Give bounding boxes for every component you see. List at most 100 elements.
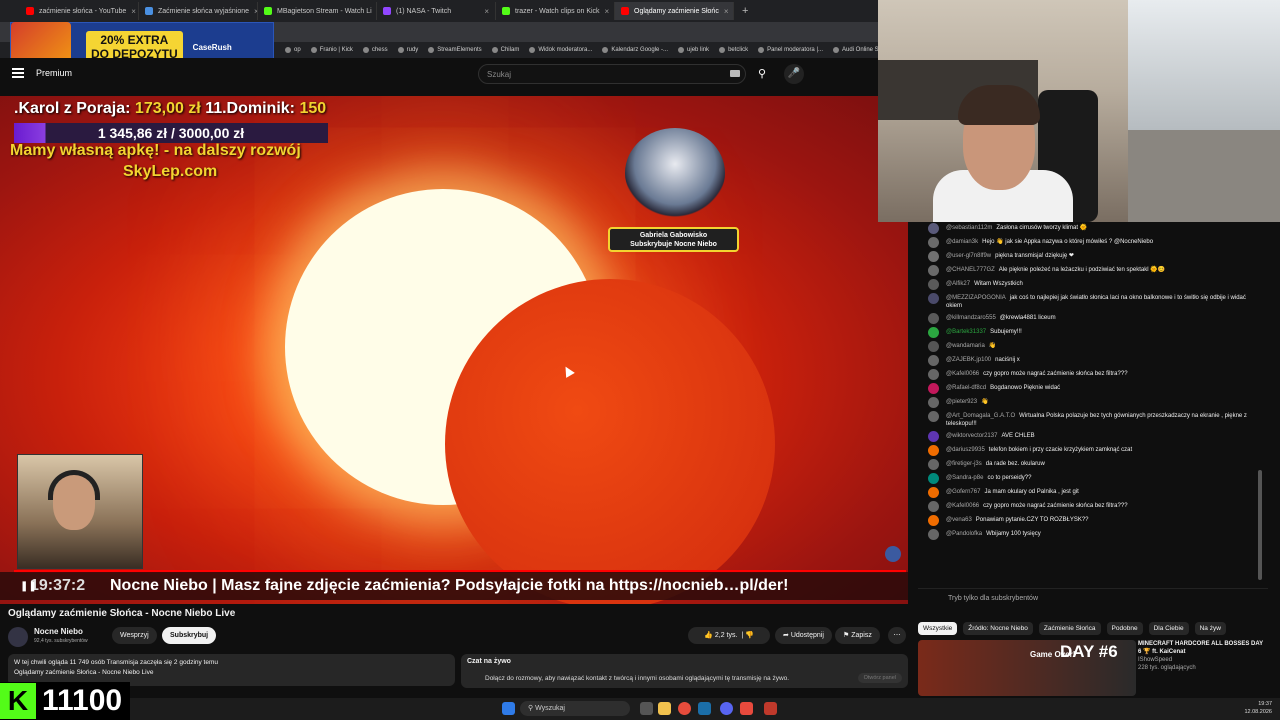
chat-avatar[interactable] xyxy=(928,327,939,338)
filter-chip[interactable]: Wszystkie xyxy=(918,621,958,635)
chat-input[interactable]: Tryb tylko dla subskrybentów xyxy=(918,588,1268,610)
pause-icon[interactable]: ❚❚ xyxy=(20,581,37,592)
share-button[interactable]: ➦ Udostępnij xyxy=(775,627,832,644)
chat-username[interactable]: @user-gl7n8lf9w xyxy=(946,253,991,259)
browser-tab[interactable]: MBagietson Stream - Watch Li× xyxy=(258,2,377,20)
chat-avatar[interactable] xyxy=(928,473,939,484)
bookmark-item[interactable]: Chilam xyxy=(491,47,519,53)
chat-username[interactable]: @damian3k xyxy=(946,239,978,245)
browser-tab[interactable]: (1) NASA - Twitch × xyxy=(377,2,496,20)
steam-icon[interactable] xyxy=(698,702,711,715)
bookmark-item[interactable]: StreamElements xyxy=(428,47,482,53)
chat-username[interactable]: @Sandra-p8e xyxy=(946,475,983,481)
chat-avatar[interactable] xyxy=(928,397,939,408)
channel-name[interactable]: Nocne Niebo xyxy=(34,627,83,636)
bookmark-item[interactable]: rudy xyxy=(397,47,418,53)
chat-avatar[interactable] xyxy=(928,237,939,248)
chat-scrollbar[interactable] xyxy=(1258,470,1262,580)
chat-username[interactable]: @CHANEL777GZ xyxy=(946,267,995,273)
save-button[interactable]: ⚑ Zapisz xyxy=(835,627,880,644)
chat-username[interactable]: @Pandolofka xyxy=(946,531,982,537)
chat-avatar[interactable] xyxy=(928,313,939,324)
chat-avatar[interactable] xyxy=(928,445,939,456)
related-video-title[interactable]: MINECRAFT HARDCORE ALL BOSSES DAY 6 🏆 ft… xyxy=(1138,640,1266,656)
chat-username[interactable]: @Kafel0066 xyxy=(946,503,979,509)
close-icon[interactable]: × xyxy=(724,7,729,16)
browser-tab[interactable]: Zaćmienie słońca wyjaśnione× xyxy=(139,2,258,20)
hamburger-menu-icon[interactable] xyxy=(12,68,24,78)
windows-start-icon[interactable] xyxy=(502,702,515,715)
chat-username[interactable]: @sebastian112m xyxy=(946,225,992,231)
keyboard-icon[interactable] xyxy=(730,70,740,77)
bookmark-item[interactable]: Panel moderatora |... xyxy=(758,47,823,53)
search-icon[interactable]: ⚲ xyxy=(752,64,772,84)
subscribe-button[interactable]: Subskrybuj xyxy=(162,627,217,644)
chat-username[interactable]: @ZAJEBK.jp100 xyxy=(946,357,991,363)
youtube-logo[interactable]: Premium xyxy=(36,68,72,78)
bookmark-item[interactable]: ujeb link xyxy=(678,47,709,53)
like-button[interactable]: 👍 2,2 tys. | 👎 xyxy=(688,627,770,644)
search-input[interactable]: Szukaj xyxy=(478,64,746,84)
browser-tab[interactable]: zaćmienie słońca - YouTube × xyxy=(20,2,139,20)
browser-tab[interactable]: trazer - Watch clips on Kick × xyxy=(496,2,615,20)
more-options-icon[interactable]: ⋯ xyxy=(888,627,906,644)
chat-avatar[interactable] xyxy=(928,459,939,470)
chat-username[interactable]: @wiktorvector2137 xyxy=(946,433,997,439)
chat-avatar[interactable] xyxy=(928,431,939,442)
chat-avatar[interactable] xyxy=(928,279,939,290)
chat-avatar[interactable] xyxy=(928,383,939,394)
chat-username[interactable]: @dariusz9935 xyxy=(946,447,985,453)
chat-avatar[interactable] xyxy=(928,293,939,304)
chat-username[interactable]: @Gofern767 xyxy=(946,489,980,495)
related-video-channel[interactable]: IShowSpeed xyxy=(1138,656,1266,664)
bookmark-item[interactable]: op xyxy=(285,47,301,53)
video-player[interactable]: .Karol z Poraja: 173,00 zł 11.Dominik: 1… xyxy=(0,96,908,604)
chat-avatar[interactable] xyxy=(928,223,939,234)
chat-username[interactable]: @Art_Domagala_G.A.T.O xyxy=(946,413,1015,419)
chat-avatar[interactable] xyxy=(928,355,939,366)
chat-avatar[interactable] xyxy=(928,515,939,526)
chat-username[interactable]: @MEZZIZAPOGONIA xyxy=(946,295,1006,301)
related-video[interactable]: Game Over! DAY #6 MINECRAFT HARDCORE ALL… xyxy=(918,640,1268,696)
support-button[interactable]: Wesprzyj xyxy=(112,627,157,644)
chat-avatar[interactable] xyxy=(928,487,939,498)
bookmark-item[interactable]: betclick xyxy=(719,47,748,53)
chat-avatar[interactable] xyxy=(928,341,939,352)
related-video-thumbnail[interactable]: Game Over! DAY #6 xyxy=(918,640,1136,696)
close-icon[interactable]: × xyxy=(605,7,610,16)
task-view-icon[interactable] xyxy=(640,702,653,715)
open-panel-button[interactable]: Otwórz panel xyxy=(857,673,902,683)
bookmark-item[interactable]: Kalendarz Google -... xyxy=(602,47,668,53)
microphone-icon[interactable]: 🎤 xyxy=(784,64,804,84)
chat-avatar[interactable] xyxy=(928,529,939,540)
taskbar-clock[interactable]: 19:37 12.08.2026 xyxy=(1244,700,1272,716)
filter-chip[interactable]: Na żyw xyxy=(1194,621,1226,635)
chat-username[interactable]: @firetiger-j3s xyxy=(946,461,982,467)
filter-chip[interactable]: Źródło: Nocne Niebo xyxy=(963,621,1033,635)
discord-icon[interactable] xyxy=(720,702,733,715)
chat-username[interactable]: @Kafel0066 xyxy=(946,371,979,377)
new-tab-button[interactable]: + xyxy=(742,5,748,17)
chat-avatar[interactable] xyxy=(928,265,939,276)
chrome-icon[interactable] xyxy=(678,702,691,715)
filter-chip[interactable]: Zaćmienie Słońca xyxy=(1038,621,1101,635)
filter-chip[interactable]: Podobne xyxy=(1106,621,1143,635)
chat-username[interactable]: @pieter923 xyxy=(946,399,977,405)
chat-username[interactable]: @Rafael-df8cd xyxy=(946,385,986,391)
chat-avatar[interactable] xyxy=(928,501,939,512)
close-icon[interactable]: × xyxy=(131,7,136,16)
browser-tab[interactable]: Oglądamy zaćmienie Słońc × xyxy=(615,2,734,20)
bookmark-item[interactable]: chess xyxy=(362,47,388,53)
app-icon[interactable] xyxy=(740,702,753,715)
file-explorer-icon[interactable] xyxy=(658,702,671,715)
chat-avatar[interactable] xyxy=(928,369,939,380)
shield-icon[interactable] xyxy=(764,702,777,715)
bookmark-item[interactable]: Franio | Kick xyxy=(310,47,353,53)
filter-chip[interactable]: Dla Ciebie xyxy=(1148,621,1189,635)
bookmark-item[interactable]: Widok moderatora... xyxy=(529,47,592,53)
chat-avatar[interactable] xyxy=(928,251,939,262)
close-icon[interactable]: × xyxy=(484,7,489,16)
chat-username[interactable]: @Bartek31337 xyxy=(946,329,986,335)
chat-username[interactable]: @wandamaria xyxy=(946,343,985,349)
channel-avatar[interactable] xyxy=(8,627,28,647)
